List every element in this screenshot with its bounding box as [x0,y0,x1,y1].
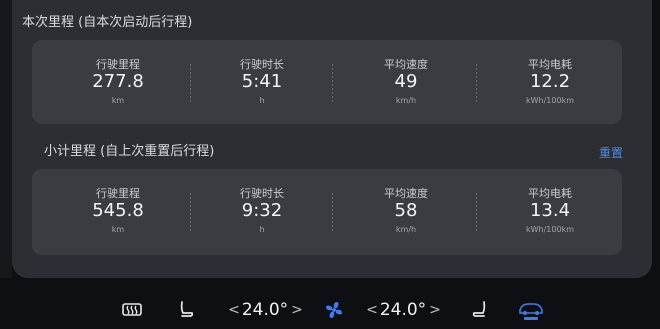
divider [476,64,477,104]
trip-info-panel: 本次里程 (自本次启动后行程) 行驶里程 277.8 km 行驶时长 5:41 … [12,0,652,278]
stat-value: 5:41 [241,71,283,92]
stat-label: 行驶里程 [96,58,140,71]
auto-climate-car-icon[interactable] [514,290,548,329]
subtotal-trip-title: 小计里程 (自上次重置后行程) [44,144,215,159]
current-trip-card: 行驶里程 277.8 km 行驶时长 5:41 h 平均速度 49 km/h 平… [32,40,622,124]
stat-value: 545.8 [92,200,144,221]
subtotal-trip-card: 行驶里程 545.8 km 行驶时长 9:32 h 平均速度 58 km/h 平… [32,169,622,255]
divider [332,193,333,233]
stat-unit: kWh/100km [525,96,574,105]
divider [476,193,477,233]
temp-right-decrease-button[interactable]: < [365,290,379,329]
temp-left-increase-button[interactable]: > [290,290,304,329]
stat-label: 行驶时长 [240,58,284,71]
temp-left-decrease-button[interactable]: < [227,290,241,329]
stat-label: 行驶里程 [96,187,140,200]
seat-heat-right-icon[interactable] [468,290,492,329]
stat-unit: km [111,225,125,234]
stat-label: 平均速度 [384,187,428,200]
stat-value: 58 [394,200,418,221]
stat-value: 277.8 [92,71,144,92]
stat-unit: h [259,225,265,234]
current-duration: 行驶时长 5:41 h [192,40,332,124]
stat-value: 12.2 [529,71,571,92]
seat-heat-left-icon[interactable] [174,290,198,329]
current-distance: 行驶里程 277.8 km [48,40,188,124]
subtotal-distance: 行驶里程 545.8 km [48,169,188,255]
current-trip-title: 本次里程 (自本次启动后行程) [22,15,193,30]
stat-label: 行驶时长 [240,187,284,200]
right-temperature: 24.0° [379,299,427,320]
stat-unit: h [259,96,265,105]
temp-right-increase-button[interactable]: > [428,290,442,329]
stat-value: 9:32 [241,200,283,221]
left-temperature: 24.0° [241,299,289,320]
stat-value: 13.4 [529,200,571,221]
stat-value: 49 [394,71,418,92]
stat-unit: km [111,96,125,105]
stat-unit: km/h [395,225,417,234]
current-avg-speed: 平均速度 49 km/h [336,40,476,124]
stat-label: 平均电耗 [528,187,572,200]
stat-unit: km/h [395,96,417,105]
left-edge-panel [0,0,12,278]
climate-control-bar: < 24.0° > < 24.0° > [0,290,660,329]
stat-label: 平均电耗 [528,58,572,71]
reset-button[interactable]: 重置 [599,144,623,161]
fan-icon[interactable] [321,290,347,329]
subtotal-avg-speed: 平均速度 58 km/h [336,169,476,255]
rear-defrost-icon[interactable] [118,290,146,329]
stat-label: 平均速度 [384,58,428,71]
current-avg-consumption: 平均电耗 12.2 kWh/100km [480,40,620,124]
divider [332,64,333,104]
stat-unit: kWh/100km [525,225,574,234]
subtotal-duration: 行驶时长 9:32 h [192,169,332,255]
subtotal-avg-consumption: 平均电耗 13.4 kWh/100km [480,169,620,255]
divider [190,64,191,104]
divider [190,193,191,233]
